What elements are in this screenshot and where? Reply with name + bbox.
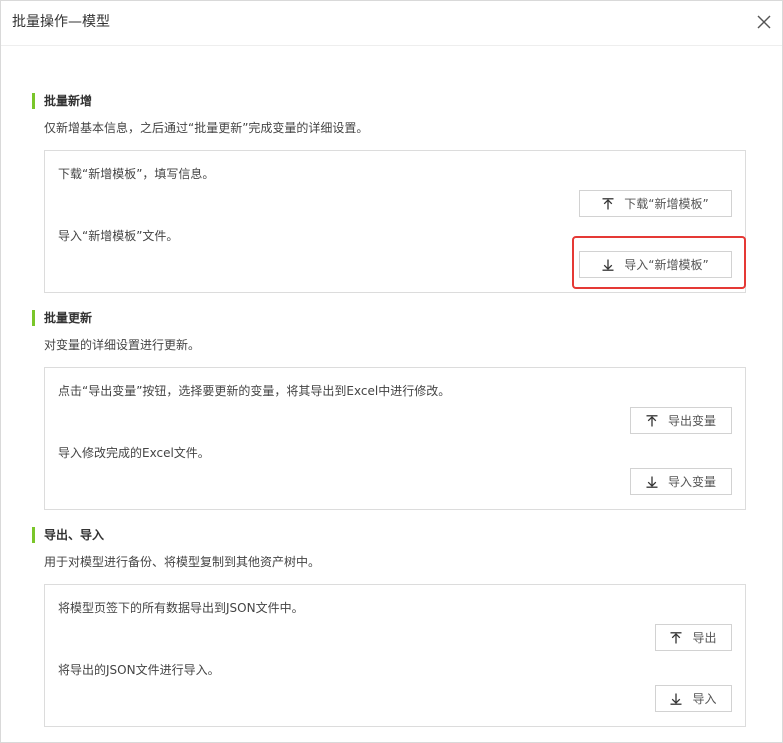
section-heading-export-import: 导出、导入 — [32, 527, 104, 543]
arrow-up-bar-icon — [670, 631, 682, 643]
batch-add-card: 下载“新增模板”，填写信息。 下载“新增模板” 导入“新增模板”文件。 导入“新… — [44, 150, 746, 293]
export-variables-button[interactable]: 导出变量 — [630, 407, 732, 434]
import-variables-button[interactable]: 导入变量 — [630, 468, 732, 495]
arrow-up-bar-icon — [602, 197, 614, 209]
section-heading-batch-add: 批量新增 — [32, 93, 92, 109]
download-add-template-label: 下载“新增模板” — [624, 197, 709, 211]
import-json-instruction: 将导出的JSON文件进行导入。 — [58, 663, 220, 677]
arrow-down-bar-icon — [646, 476, 658, 488]
section-description-batch-add: 仅新增基本信息，之后通过“批量更新”完成变量的详细设置。 — [44, 121, 369, 135]
import-template-instruction: 导入“新增模板”文件。 — [58, 229, 179, 243]
section-heading-batch-update: 批量更新 — [32, 310, 92, 326]
close-icon — [757, 15, 771, 29]
import-variables-label: 导入变量 — [667, 475, 716, 489]
import-label: 导入 — [692, 692, 717, 706]
dialog-header: 批量操作—模型 — [1, 1, 782, 46]
import-add-template-button[interactable]: 导入“新增模板” — [579, 251, 732, 278]
import-add-template-label: 导入“新增模板” — [624, 258, 709, 272]
import-button[interactable]: 导入 — [655, 685, 732, 712]
section-description-batch-update: 对变量的详细设置进行更新。 — [44, 338, 201, 352]
export-variables-instruction: 点击“导出变量”按钮，选择要更新的变量，将其导出到Excel中进行修改。 — [58, 384, 451, 398]
batch-operation-dialog: 批量操作—模型 批量新增 仅新增基本信息，之后通过“批量更新”完成变量的详细设置… — [0, 0, 783, 743]
export-json-instruction: 将模型页签下的所有数据导出到JSON文件中。 — [58, 601, 304, 615]
batch-update-card: 点击“导出变量”按钮，选择要更新的变量，将其导出到Excel中进行修改。 导出变… — [44, 367, 746, 510]
download-add-template-button[interactable]: 下载“新增模板” — [579, 190, 732, 217]
export-variables-label: 导出变量 — [667, 414, 716, 428]
dialog-title: 批量操作—模型 — [12, 14, 110, 30]
export-import-card: 将模型页签下的所有数据导出到JSON文件中。 导出 将导出的JSON文件进行导入… — [44, 584, 746, 727]
close-button[interactable] — [754, 12, 774, 32]
arrow-down-bar-icon — [670, 693, 682, 705]
export-button[interactable]: 导出 — [655, 624, 732, 651]
download-template-instruction: 下载“新增模板”，填写信息。 — [58, 167, 215, 181]
import-excel-instruction: 导入修改完成的Excel文件。 — [58, 446, 210, 460]
section-description-export-import: 用于对模型进行备份、将模型复制到其他资产树中。 — [44, 555, 321, 569]
arrow-down-bar-icon — [602, 259, 614, 271]
export-label: 导出 — [692, 631, 717, 645]
arrow-up-bar-icon — [646, 414, 658, 426]
